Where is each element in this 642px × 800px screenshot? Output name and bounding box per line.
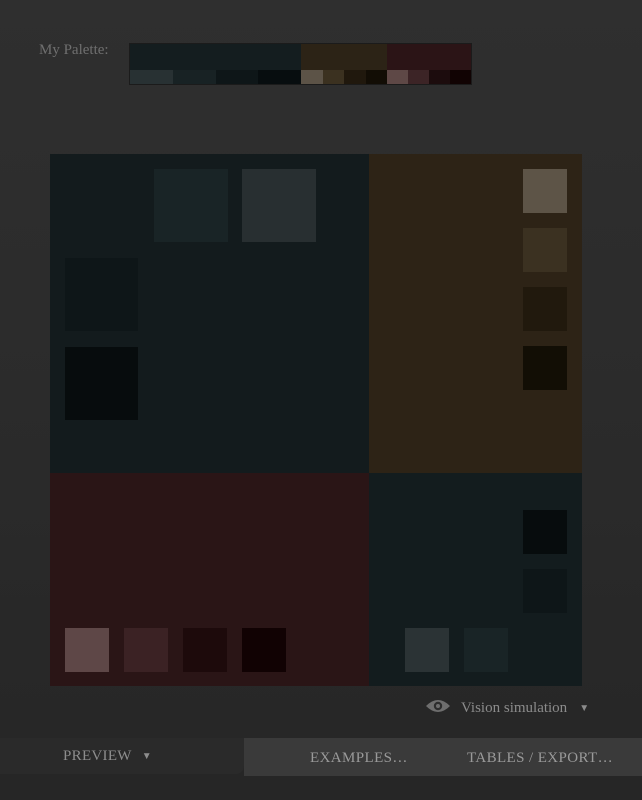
palette-bar[interactable] xyxy=(129,43,472,85)
swatch-br-teal-2 xyxy=(464,628,508,672)
palette-swatch[interactable] xyxy=(344,70,366,84)
palette-swatch[interactable] xyxy=(387,70,408,84)
palette-group-brown[interactable] xyxy=(301,44,387,84)
palette-swatch[interactable] xyxy=(301,70,323,84)
swatch-br-teal-3 xyxy=(523,569,567,613)
palette-swatch[interactable] xyxy=(258,70,301,84)
palette-swatch[interactable] xyxy=(215,70,259,84)
palette-label: My Palette: xyxy=(39,42,109,58)
palette-preview xyxy=(50,154,582,686)
palette-main-swatch[interactable] xyxy=(130,44,301,70)
swatch-teal-1 xyxy=(242,169,316,242)
palette-group-teal[interactable] xyxy=(130,44,301,84)
tab-bar: PREVIEW ▼ EXAMPLES… TABLES / EXPORT… xyxy=(0,738,642,800)
palette-group-red[interactable] xyxy=(387,44,471,84)
swatch-brown-2 xyxy=(523,228,567,272)
tab-examples[interactable]: EXAMPLES… xyxy=(310,750,408,767)
swatch-br-teal-4 xyxy=(523,510,567,554)
swatch-brown-3 xyxy=(523,287,567,331)
palette-swatch[interactable] xyxy=(322,70,344,84)
palette-swatch[interactable] xyxy=(365,70,387,84)
swatch-br-teal-1 xyxy=(405,628,449,672)
vision-simulation-label: Vision simulation xyxy=(461,699,568,716)
palette-swatch[interactable] xyxy=(429,70,450,84)
palette-main-swatch[interactable] xyxy=(387,44,471,70)
swatch-red-1 xyxy=(65,628,109,672)
swatch-teal-2 xyxy=(154,169,228,242)
vision-simulation-dropdown[interactable]: Vision simulation ▼ xyxy=(425,698,589,718)
chevron-down-icon: ▼ xyxy=(141,750,152,762)
swatch-teal-3 xyxy=(65,258,138,331)
tab-tables-export[interactable]: TABLES / EXPORT… xyxy=(467,750,613,767)
chevron-down-icon: ▼ xyxy=(579,702,590,714)
tab-preview[interactable]: PREVIEW ▼ xyxy=(0,738,244,774)
palette-swatch[interactable] xyxy=(408,70,429,84)
swatch-brown-1 xyxy=(523,169,567,213)
swatch-brown-4 xyxy=(523,346,567,390)
swatch-red-2 xyxy=(124,628,168,672)
palette-swatch[interactable] xyxy=(130,70,173,84)
swatch-teal-4 xyxy=(65,347,138,420)
swatch-red-4 xyxy=(242,628,286,672)
eye-icon xyxy=(425,698,451,719)
palette-main-swatch[interactable] xyxy=(301,44,387,70)
palette-swatch[interactable] xyxy=(172,70,216,84)
swatch-red-3 xyxy=(183,628,227,672)
tab-preview-label: PREVIEW xyxy=(63,747,132,764)
palette-swatch[interactable] xyxy=(450,70,471,84)
